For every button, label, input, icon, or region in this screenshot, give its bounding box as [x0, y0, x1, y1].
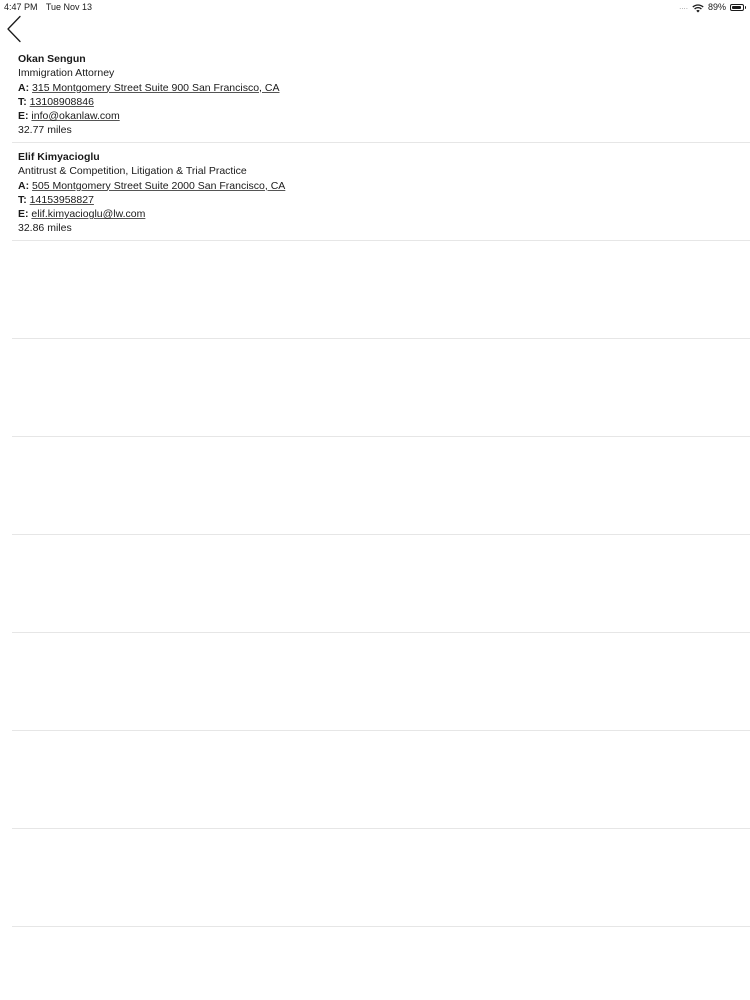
phone-link[interactable]: 13108908846 — [30, 96, 94, 108]
email-label: E: — [18, 110, 29, 123]
list-item[interactable]: Elif Kimyacioglu Antitrust & Competition… — [12, 143, 750, 241]
address-line: A: 315 Montgomery Street Suite 900 San F… — [18, 81, 750, 95]
distance: 32.77 miles — [18, 124, 72, 137]
address-link[interactable]: 315 Montgomery Street Suite 900 San Fran… — [32, 82, 279, 94]
address-label: A: — [18, 81, 30, 94]
status-right: .... 89% — [679, 0, 746, 14]
attorney-name: Elif Kimyacioglu — [18, 151, 100, 163]
empty-row — [12, 829, 750, 927]
wifi-icon — [692, 3, 704, 12]
email-link[interactable]: info@okanlaw.com — [31, 110, 119, 122]
attorney-specialty: Antitrust & Competition, Litigation & Tr… — [18, 165, 247, 178]
battery-body — [730, 3, 744, 11]
email-label: E: — [18, 208, 29, 221]
attorney-name: Okan Sengun — [18, 53, 86, 65]
empty-row — [12, 633, 750, 731]
list-item[interactable]: Okan Sengun Immigration Attorney A: 315 … — [12, 45, 750, 143]
address-line: A: 505 Montgomery Street Suite 2000 San … — [18, 179, 750, 193]
address-label: A: — [18, 179, 30, 192]
email-link[interactable]: elif.kimyacioglu@lw.com — [31, 208, 145, 220]
chevron-left-icon — [7, 15, 21, 43]
empty-row — [12, 241, 750, 339]
phone-line: T: 13108908846 — [18, 95, 750, 109]
status-date: Tue Nov 13 — [45, 2, 93, 12]
phone-line: T: 14153958827 — [18, 193, 750, 207]
empty-row — [12, 437, 750, 535]
attorney-specialty: Immigration Attorney — [18, 67, 115, 80]
battery-percentage: 89% — [707, 2, 726, 12]
address-link[interactable]: 505 Montgomery Street Suite 2000 San Fra… — [32, 180, 285, 192]
back-button[interactable] — [4, 15, 26, 43]
empty-row — [12, 339, 750, 437]
battery-fill — [732, 5, 741, 9]
status-time: 4:47 PM — [4, 2, 38, 12]
email-line: E: info@okanlaw.com — [18, 109, 750, 123]
status-bar: 4:47 PM Tue Nov 13 .... 89% — [0, 0, 750, 14]
status-left: 4:47 PM Tue Nov 13 — [4, 0, 98, 14]
phone-link[interactable]: 14153958827 — [30, 194, 94, 206]
empty-row — [12, 535, 750, 633]
battery-icon — [730, 3, 746, 11]
phone-label: T: — [18, 193, 27, 206]
signal-icon: .... — [679, 2, 688, 11]
distance: 32.86 miles — [18, 222, 72, 235]
empty-row — [12, 731, 750, 829]
battery-cap — [744, 5, 746, 9]
phone-label: T: — [18, 95, 27, 108]
email-line: E: elif.kimyacioglu@lw.com — [18, 207, 750, 221]
attorney-list: Okan Sengun Immigration Attorney A: 315 … — [12, 45, 750, 927]
